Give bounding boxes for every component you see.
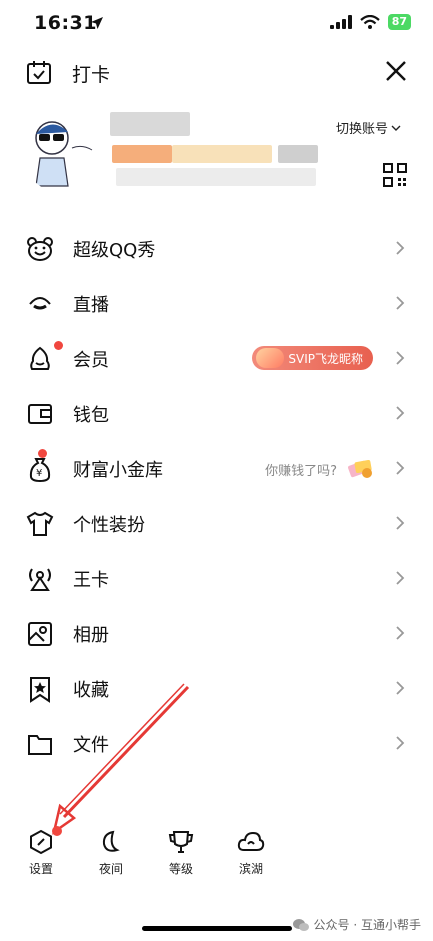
watermark: 公众号 · 互通小帮手	[292, 916, 421, 933]
calendar-check-icon[interactable]	[26, 60, 52, 90]
menu-label: 文件	[73, 734, 109, 756]
chevron-right-icon	[396, 296, 405, 310]
chevron-right-icon	[396, 516, 405, 530]
home-indicator[interactable]	[142, 926, 292, 931]
menu-list: 超级QQ秀 直播 会员 SVIP飞龙昵称 钱包 ¥ 财富小金库 你赚钱了吗? 个…	[0, 221, 433, 771]
qr-code-icon[interactable]	[383, 163, 407, 191]
menu-item-personalize[interactable]: 个性装扮	[0, 496, 433, 551]
bottom-toolbar: 设置 夜间 等级 滨湖	[0, 828, 433, 877]
menu-label: 财富小金库	[73, 459, 163, 481]
notification-dot	[38, 449, 47, 458]
chevron-right-icon	[396, 406, 405, 420]
chevron-right-icon	[396, 351, 405, 365]
status-time: 16:31	[34, 12, 97, 34]
menu-item-vip[interactable]: 会员 SVIP飞龙昵称	[0, 331, 433, 386]
blurred-level	[278, 145, 318, 163]
signal-tower-icon	[26, 565, 54, 593]
location-arrow-icon	[90, 15, 104, 34]
wallet-icon	[26, 400, 54, 428]
watermark-text: 公众号 · 互通小帮手	[313, 918, 421, 932]
chevron-right-icon	[396, 626, 405, 640]
bear-icon	[26, 235, 54, 263]
menu-label: 会员	[73, 349, 109, 371]
menu-label: 收藏	[73, 679, 109, 701]
svip-badge[interactable]: SVIP飞龙昵称	[252, 346, 373, 370]
settings-hexagon-icon	[30, 829, 52, 855]
chevron-down-icon	[391, 125, 401, 131]
settings-notification-dot	[52, 826, 62, 836]
chevron-right-icon	[396, 571, 405, 585]
vip-icon	[26, 345, 54, 373]
menu-label: 钱包	[73, 404, 109, 426]
blurred-signature	[116, 168, 316, 186]
night-mode-button[interactable]: 夜间	[76, 828, 146, 877]
avatar[interactable]	[22, 108, 108, 194]
chevron-right-icon	[396, 461, 405, 475]
dragon-icon	[256, 348, 285, 368]
bookmark-star-icon	[26, 675, 54, 703]
battery-indicator: 87	[387, 14, 411, 30]
svg-text:¥: ¥	[36, 468, 42, 479]
menu-item-favorites[interactable]: 收藏	[0, 661, 433, 716]
folder-icon	[26, 730, 54, 758]
bottom-label: 等级	[168, 862, 193, 876]
menu-label: 相册	[73, 624, 109, 646]
svip-badge-label: SVIP飞龙昵称	[288, 351, 363, 366]
blurred-vip-tag-2	[172, 145, 272, 163]
menu-item-album[interactable]: 相册	[0, 606, 433, 661]
chevron-right-icon	[396, 736, 405, 750]
close-icon[interactable]	[385, 60, 407, 86]
menu-item-king-card[interactable]: 王卡	[0, 551, 433, 606]
menu-label: 个性装扮	[73, 514, 145, 536]
tshirt-icon	[26, 510, 54, 538]
menu-item-super-qq-show[interactable]: 超级QQ秀	[0, 221, 433, 276]
moon-icon	[102, 830, 120, 852]
bottom-label: 滨湖	[238, 862, 263, 876]
live-icon	[26, 290, 54, 318]
menu-label: 王卡	[73, 569, 109, 591]
bottom-label: 设置	[28, 862, 53, 876]
status-icons: 87	[329, 14, 411, 30]
wechat-icon	[292, 918, 309, 931]
level-button[interactable]: 等级	[146, 828, 216, 877]
settings-button[interactable]: 设置	[6, 828, 76, 877]
menu-item-files[interactable]: 文件	[0, 716, 433, 771]
notification-dot	[54, 341, 63, 350]
blurred-nickname	[110, 112, 190, 136]
cellular-signal-icon	[329, 15, 352, 29]
menu-item-wallet[interactable]: 钱包	[0, 386, 433, 441]
menu-item-wealth-vault[interactable]: ¥ 财富小金库 你赚钱了吗?	[0, 441, 433, 496]
photo-album-icon	[26, 620, 54, 648]
wealth-tip-text: 你赚钱了吗?	[265, 464, 337, 479]
menu-label: 超级QQ秀	[73, 239, 156, 261]
crown-cup-icon	[168, 831, 194, 853]
switch-account-button[interactable]: 切换账号	[336, 118, 401, 137]
checkin-label[interactable]: 打卡	[72, 60, 110, 87]
bottom-label: 夜间	[98, 862, 123, 876]
chevron-right-icon	[396, 241, 405, 255]
wifi-icon	[359, 15, 380, 29]
menu-label: 直播	[73, 294, 109, 316]
weather-button[interactable]: 滨湖	[216, 828, 286, 877]
money-bag-icon: ¥	[26, 455, 54, 483]
chevron-right-icon	[396, 681, 405, 695]
menu-item-live[interactable]: 直播	[0, 276, 433, 331]
switch-account-label: 切换账号	[335, 122, 388, 137]
money-stack-icon	[347, 453, 375, 481]
cloud-weather-icon	[237, 831, 265, 851]
blurred-vip-tag	[112, 145, 172, 163]
